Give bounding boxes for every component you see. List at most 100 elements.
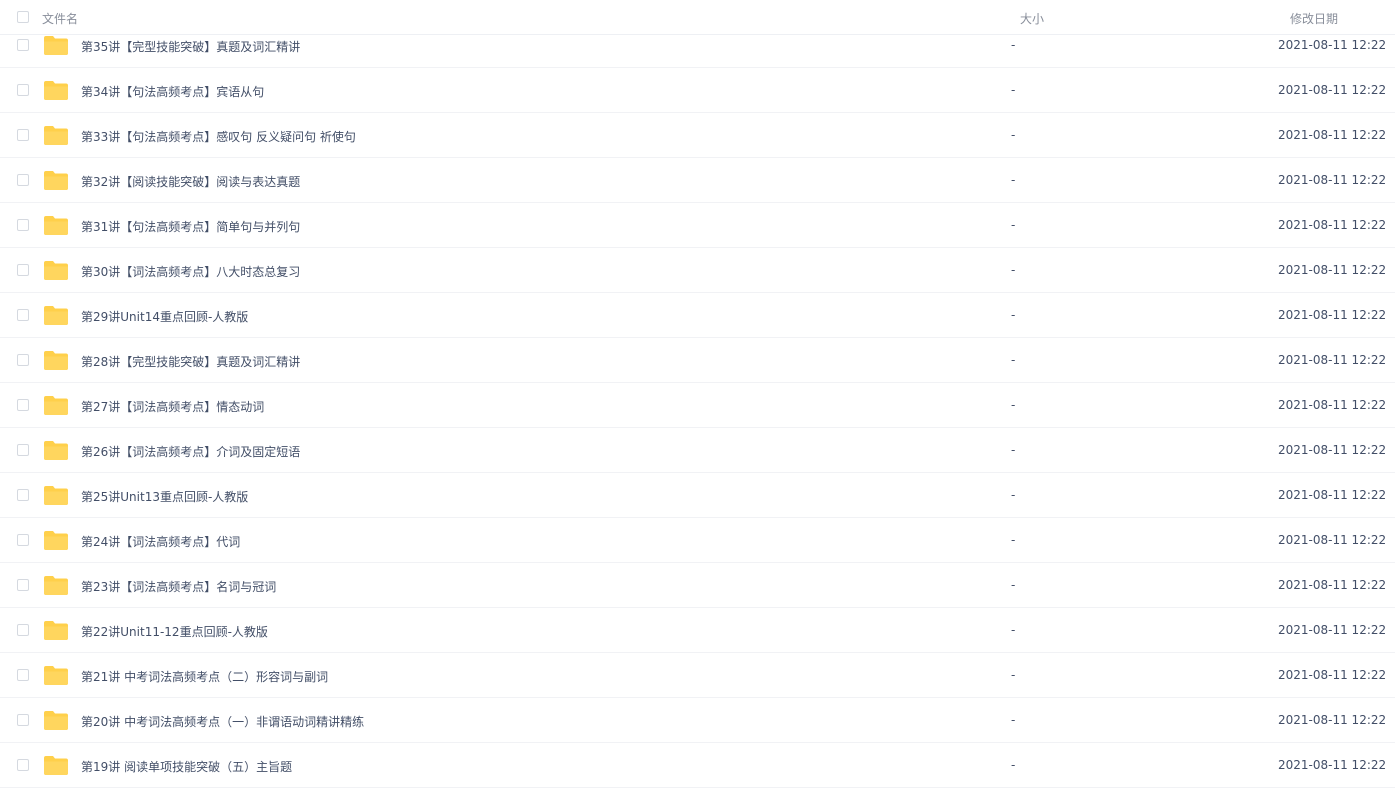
- file-size: -: [1011, 668, 1016, 682]
- file-row[interactable]: 第30讲【词法高频考点】八大时态总复习 - 2021-08-11 12:22: [0, 248, 1395, 293]
- file-name-link[interactable]: 第30讲【词法高频考点】八大时态总复习: [81, 263, 300, 280]
- row-checkbox[interactable]: [17, 534, 29, 546]
- folder-icon[interactable]: [43, 440, 69, 461]
- file-modified-date: 2021-08-11 12:22: [1278, 353, 1387, 367]
- file-modified-date: 2021-08-11 12:22: [1278, 623, 1387, 637]
- file-row[interactable]: 第33讲【句法高频考点】感叹句 反义疑问句 祈使句 - 2021-08-11 12:…: [0, 113, 1395, 158]
- file-name-link[interactable]: 第35讲【完型技能突破】真题及词汇精讲: [81, 38, 300, 55]
- folder-icon[interactable]: [43, 755, 69, 776]
- file-modified-date: 2021-08-11 12:22: [1278, 443, 1387, 457]
- folder-icon[interactable]: [43, 620, 69, 641]
- row-checkbox[interactable]: [17, 624, 29, 636]
- folder-icon[interactable]: [43, 125, 69, 146]
- row-checkbox[interactable]: [17, 444, 29, 456]
- row-checkbox[interactable]: [17, 579, 29, 591]
- file-name-link[interactable]: 第23讲【词法高频考点】名词与冠词: [81, 578, 276, 595]
- file-modified-date: 2021-08-11 12:22: [1278, 38, 1387, 52]
- row-checkbox[interactable]: [17, 489, 29, 501]
- row-checkbox[interactable]: [17, 39, 29, 51]
- file-name-link[interactable]: 第25讲Unit13重点回顾-人教版: [81, 488, 248, 505]
- file-size: -: [1011, 83, 1016, 97]
- folder-icon[interactable]: [43, 665, 69, 686]
- file-name-link[interactable]: 第32讲【阅读技能突破】阅读与表达真题: [81, 173, 300, 190]
- file-row[interactable]: 第29讲Unit14重点回顾-人教版 - 2021-08-11 12:22: [0, 293, 1395, 338]
- file-modified-date: 2021-08-11 12:22: [1278, 488, 1387, 502]
- file-size: -: [1011, 218, 1016, 232]
- folder-icon[interactable]: [43, 305, 69, 326]
- folder-icon[interactable]: [43, 215, 69, 236]
- file-modified-date: 2021-08-11 12:22: [1278, 533, 1387, 547]
- row-checkbox[interactable]: [17, 264, 29, 276]
- folder-icon[interactable]: [43, 575, 69, 596]
- file-size: -: [1011, 398, 1016, 412]
- file-row[interactable]: 第28讲【完型技能突破】真题及词汇精讲 - 2021-08-11 12:22: [0, 338, 1395, 383]
- row-checkbox[interactable]: [17, 354, 29, 366]
- file-row[interactable]: 第24讲【词法高频考点】代词 - 2021-08-11 12:22: [0, 518, 1395, 563]
- file-modified-date: 2021-08-11 12:22: [1278, 218, 1387, 232]
- select-all-checkbox[interactable]: [17, 11, 29, 23]
- folder-icon[interactable]: [43, 350, 69, 371]
- column-header-name[interactable]: 文件名: [42, 10, 78, 27]
- folder-icon[interactable]: [43, 395, 69, 416]
- file-size: -: [1011, 758, 1016, 772]
- file-name-link[interactable]: 第26讲【词法高频考点】介词及固定短语: [81, 443, 300, 460]
- file-name-link[interactable]: 第20讲 中考词法高频考点（一）非谓语动词精讲精练: [81, 713, 364, 730]
- file-row[interactable]: 第19讲 阅读单项技能突破（五）主旨题 - 2021-08-11 12:22: [0, 743, 1395, 788]
- file-row[interactable]: 第27讲【词法高频考点】情态动词 - 2021-08-11 12:22: [0, 383, 1395, 428]
- row-checkbox[interactable]: [17, 219, 29, 231]
- row-checkbox[interactable]: [17, 129, 29, 141]
- file-modified-date: 2021-08-11 12:22: [1278, 713, 1387, 727]
- file-name-link[interactable]: 第29讲Unit14重点回顾-人教版: [81, 308, 248, 325]
- file-modified-date: 2021-08-11 12:22: [1278, 83, 1387, 97]
- file-name-link[interactable]: 第19讲 阅读单项技能突破（五）主旨题: [81, 758, 292, 775]
- file-modified-date: 2021-08-11 12:22: [1278, 308, 1387, 322]
- row-checkbox[interactable]: [17, 399, 29, 411]
- folder-icon[interactable]: [43, 35, 69, 56]
- file-size: -: [1011, 533, 1016, 547]
- file-modified-date: 2021-08-11 12:22: [1278, 668, 1387, 682]
- file-name-link[interactable]: 第27讲【词法高频考点】情态动词: [81, 398, 264, 415]
- file-row[interactable]: 第25讲Unit13重点回顾-人教版 - 2021-08-11 12:22: [0, 473, 1395, 518]
- row-checkbox[interactable]: [17, 309, 29, 321]
- file-row[interactable]: 第23讲【词法高频考点】名词与冠词 - 2021-08-11 12:22: [0, 563, 1395, 608]
- file-name-link[interactable]: 第33讲【句法高频考点】感叹句 反义疑问句 祈使句: [81, 128, 356, 145]
- file-size: -: [1011, 488, 1016, 502]
- row-checkbox[interactable]: [17, 759, 29, 771]
- folder-icon[interactable]: [43, 485, 69, 506]
- file-size: -: [1011, 578, 1016, 592]
- file-size: -: [1011, 443, 1016, 457]
- file-row[interactable]: 第20讲 中考词法高频考点（一）非谓语动词精讲精练 - 2021-08-11 12:…: [0, 698, 1395, 743]
- file-row[interactable]: 第32讲【阅读技能突破】阅读与表达真题 - 2021-08-11 12:22: [0, 158, 1395, 203]
- file-size: -: [1011, 623, 1016, 637]
- row-checkbox[interactable]: [17, 714, 29, 726]
- folder-icon[interactable]: [43, 170, 69, 191]
- file-row[interactable]: 第34讲【句法高频考点】宾语从句 - 2021-08-11 12:22: [0, 68, 1395, 113]
- column-header-size[interactable]: 大小: [1020, 10, 1044, 27]
- file-row[interactable]: 第21讲 中考词法高频考点（二）形容词与副词 - 2021-08-11 12:22: [0, 653, 1395, 698]
- file-row[interactable]: 第31讲【句法高频考点】简单句与并列句 - 2021-08-11 12:22: [0, 203, 1395, 248]
- file-size: -: [1011, 713, 1016, 727]
- file-name-link[interactable]: 第22讲Unit11-12重点回顾-人教版: [81, 623, 268, 640]
- folder-icon[interactable]: [43, 80, 69, 101]
- file-size: -: [1011, 173, 1016, 187]
- file-modified-date: 2021-08-11 12:22: [1278, 263, 1387, 277]
- file-row[interactable]: 第26讲【词法高频考点】介词及固定短语 - 2021-08-11 12:22: [0, 428, 1395, 473]
- file-name-link[interactable]: 第34讲【句法高频考点】宾语从句: [81, 83, 264, 100]
- row-checkbox[interactable]: [17, 669, 29, 681]
- row-checkbox[interactable]: [17, 84, 29, 96]
- file-name-link[interactable]: 第31讲【句法高频考点】简单句与并列句: [81, 218, 300, 235]
- file-modified-date: 2021-08-11 12:22: [1278, 398, 1387, 412]
- file-size: -: [1011, 38, 1016, 52]
- file-modified-date: 2021-08-11 12:22: [1278, 128, 1387, 142]
- file-name-link[interactable]: 第28讲【完型技能突破】真题及词汇精讲: [81, 353, 300, 370]
- row-checkbox[interactable]: [17, 174, 29, 186]
- file-size: -: [1011, 128, 1016, 142]
- folder-icon[interactable]: [43, 530, 69, 551]
- folder-icon[interactable]: [43, 260, 69, 281]
- folder-icon[interactable]: [43, 710, 69, 731]
- file-row[interactable]: 第22讲Unit11-12重点回顾-人教版 - 2021-08-11 12:22: [0, 608, 1395, 653]
- file-name-link[interactable]: 第24讲【词法高频考点】代词: [81, 533, 240, 550]
- file-size: -: [1011, 263, 1016, 277]
- file-name-link[interactable]: 第21讲 中考词法高频考点（二）形容词与副词: [81, 668, 328, 685]
- column-header-modified[interactable]: 修改日期: [1290, 10, 1338, 27]
